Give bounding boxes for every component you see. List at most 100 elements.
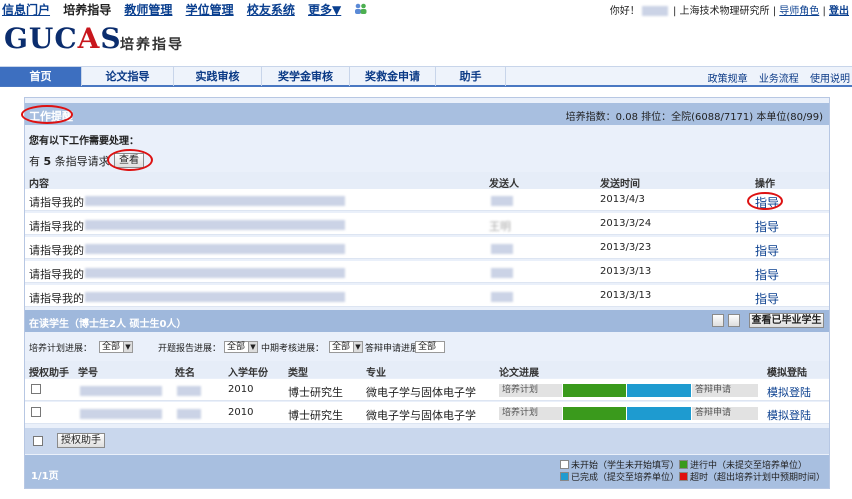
filter-value: 全部 [332,342,351,352]
filter-select[interactable]: 全部 [415,341,445,353]
gucas-logo: GUCAS [4,22,122,55]
guide-link[interactable]: 指导 [755,290,779,307]
request-date: 2013/3/13 [600,290,652,301]
progress-stage-proposal [563,407,626,420]
request-content: 请指导我的 [29,292,84,305]
guide-link[interactable]: 指导 [755,218,779,235]
view-graduated-button[interactable]: 查看已毕业学生 [749,313,824,328]
separator: | [772,6,777,17]
request-sender-redacted [491,196,513,206]
greeting-text: 你好！ [609,6,640,17]
student-name-redacted [177,409,201,419]
workflow-link[interactable]: 业务流程 [759,74,799,85]
select-all-checkbox[interactable] [33,436,43,446]
progress-stage-proposal [563,384,626,397]
student-major: 微电子学与固体电子学 [366,386,476,399]
legend-swatch [560,472,569,481]
nav-degree-management[interactable]: 学位管理 [186,3,234,17]
nav-alumni-system[interactable]: 校友系统 [247,3,295,17]
training-stats: 培养指数：0.08 排位：全院(6088/7171) 本单位(80/99) [565,112,823,123]
request-title-redacted [85,244,345,254]
policy-link[interactable]: 政策规章 [708,74,748,85]
work-subtitle: 您有以下工作需要处理： [29,136,139,147]
page-indicator: 1/1页 [31,471,59,482]
simulate-login-link[interactable]: 模拟登陆 [767,407,811,423]
tab-thesis-guidance[interactable]: 论文指导 [82,67,174,86]
legend-item: 已完成（提交至培养单位） [560,470,679,483]
filter-value: 全部 [102,342,121,352]
request-title-redacted [85,196,345,206]
enroll-year: 2010 [228,407,254,418]
filter-select[interactable]: 全部 ▼ [99,341,133,353]
enroll-year: 2010 [228,384,254,395]
nav-training-guidance[interactable]: 培养指导 [63,3,111,17]
annotation-circle [21,105,73,124]
logout-link[interactable]: 登出 [829,6,849,17]
filter-bar: 培养计划进展： 全部 ▼ 开题报告进展： 全部 ▼ 中期考核进展： 全部 ▼ 答辩申请进展： 全部 [25,339,829,355]
legend-swatch [560,460,569,469]
request-date: 2013/4/3 [600,194,645,205]
request-sender-redacted [491,244,513,254]
request-date: 2013/3/24 [600,218,652,229]
request-sender-redacted [491,292,513,302]
institute-name: 上海技术物理研究所 [679,6,770,17]
request-sender: 王明 [489,220,511,233]
filter-value: 全部 [227,342,246,352]
request-title-redacted [85,292,345,302]
main-navigation: 首页 论文指导 实践审核 奖学金审核 奖救金申请 助手 政策规章 业务流程 使用… [0,66,852,87]
pagination-bar: 1/1页 未开始（学生未开始填写） 进行中（未提交至培养单位） 已完成（提交至培养单… [25,455,829,488]
role-link[interactable]: 导师角色 [779,6,819,17]
request-content: 请指导我的 [29,268,84,281]
student-type: 博士研究生 [288,386,343,399]
student-type: 博士研究生 [288,409,343,422]
students-title: 在读学生（博士生2人 硕士生0人） [29,319,187,330]
progress-stage-defense: 答辩申请 [692,407,758,420]
tab-practice-review[interactable]: 实践审核 [174,67,262,86]
simulate-login-link[interactable]: 模拟登陆 [767,384,811,400]
pending-requests: 有 5 条指导请求 [29,155,110,168]
assistant-checkbox[interactable] [31,384,41,394]
users-icon [355,3,367,14]
tab-assistant[interactable]: 助手 [436,67,506,86]
manual-link[interactable]: 使用说明 [810,74,850,85]
filter-label: 中期考核进展： [261,344,325,354]
help-links: 政策规章 业务流程 使用说明 [700,70,850,85]
legend-swatch [679,472,688,481]
request-title-redacted [85,220,345,230]
request-row: 请指导我的 2013/3/13 指导 [25,261,829,283]
progress-stage-plan: 培养计划 [499,384,562,397]
chevron-down-icon: ▼ [248,342,257,352]
request-content: 请指导我的 [29,220,84,233]
student-row: 2010 博士研究生 微电子学与固体电子学 培养计划 答辩申请 模拟登陆 [25,402,829,424]
student-id-redacted [80,409,162,419]
filter-select[interactable]: 全部 ▼ [224,341,258,353]
nav-info-portal[interactable]: 信息门户 [2,3,50,17]
assistant-checkbox[interactable] [31,407,41,417]
top-navigation: 信息门户 培养指导 教师管理 学位管理 校友系统 更多▼ 你好！ | 上海技术物… [0,0,852,17]
student-row: 2010 博士研究生 微电子学与固体电子学 培养计划 答辩申请 模拟登陆 [25,379,829,401]
filter-label: 培养计划进展： [29,344,93,354]
students-header: 在读学生（博士生2人 硕士生0人） 查看已毕业学生 [25,310,829,332]
request-content: 请指导我的 [29,244,84,257]
student-major: 微电子学与固体电子学 [366,409,476,422]
nav-teacher-management[interactable]: 教师管理 [124,3,172,17]
next-icon[interactable] [728,314,740,327]
chevron-down-icon: ▼ [123,342,132,352]
filter-select[interactable]: 全部 ▼ [329,341,363,353]
request-sender-redacted [491,268,513,278]
tab-scholarship-review[interactable]: 奖学金审核 [262,67,350,86]
request-date: 2013/3/13 [600,266,652,277]
students-table-header: 授权助手 学号 姓名 入学年份 类型 专业 论文进展 模拟登陆 [25,361,829,379]
tab-home[interactable]: 首页 [0,67,82,86]
nav-more-menu[interactable]: 更多▼ [308,3,341,17]
prev-icon[interactable] [712,314,724,327]
tab-aid-application[interactable]: 奖救金申请 [350,67,436,86]
auth-bar: 授权助手 [25,428,829,454]
logo-subtitle: 培养指导 [120,37,184,53]
auth-assistant-button[interactable]: 授权助手 [57,433,105,448]
guide-link[interactable]: 指导 [755,242,779,259]
progress-stage-midterm [627,384,691,397]
guide-link[interactable]: 指导 [755,266,779,283]
request-title-redacted [85,268,345,278]
legend-text: 已完成（提交至培养单位） [571,473,680,483]
